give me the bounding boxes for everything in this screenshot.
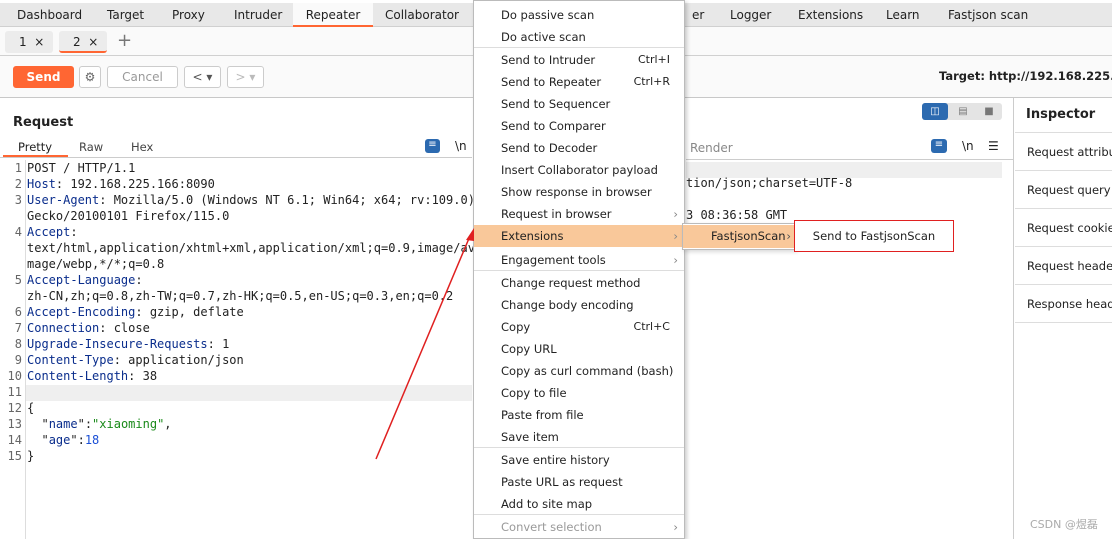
annotation-arrow (375, 228, 474, 460)
arrow-head (466, 228, 474, 241)
arrow-line (375, 235, 471, 460)
watermark: CSDN @煜磊 (1030, 518, 1098, 531)
